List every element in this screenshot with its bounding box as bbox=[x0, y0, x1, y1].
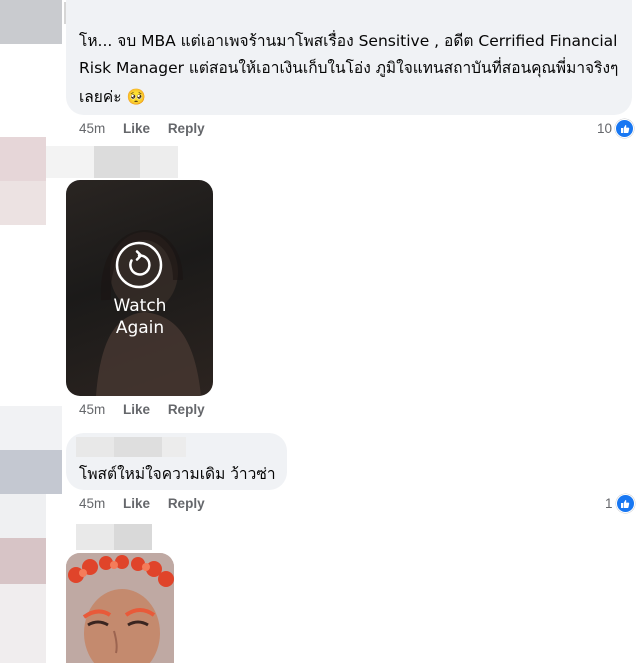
watch-again-label[interactable]: Watch Again bbox=[100, 295, 180, 339]
like-button[interactable]: Like bbox=[123, 496, 150, 511]
redacted-avatar bbox=[0, 494, 46, 538]
replay-icon[interactable] bbox=[115, 241, 163, 289]
comment-text: โพสต์ใหม่ใจความเดิม ว้าวซ่า bbox=[79, 465, 276, 483]
redacted-name bbox=[114, 524, 152, 550]
redacted-avatar bbox=[0, 584, 46, 663]
like-button[interactable]: Like bbox=[123, 402, 150, 417]
reply-button[interactable]: Reply bbox=[168, 121, 205, 136]
redacted-avatar bbox=[0, 137, 46, 181]
comment-actions: 45m Like Reply bbox=[79, 402, 219, 417]
like-reaction-icon bbox=[615, 494, 635, 513]
reaction-summary[interactable]: 1 bbox=[605, 494, 635, 513]
redacted-name bbox=[140, 146, 178, 178]
redacted-name bbox=[76, 524, 114, 550]
redacted-avatar bbox=[0, 0, 62, 44]
redacted-avatar bbox=[0, 538, 46, 584]
redacted-name bbox=[76, 437, 114, 457]
comment-actions: 45m Like Reply bbox=[79, 121, 219, 136]
reply-button[interactable]: Reply bbox=[168, 402, 205, 417]
redacted-name bbox=[46, 146, 94, 178]
like-button[interactable]: Like bbox=[123, 121, 150, 136]
reaction-summary[interactable]: 10 bbox=[597, 119, 635, 138]
comment-text-line: Risk Manager แต่สอนให้เอาเงินเก็บในโอ่ง … bbox=[79, 59, 619, 77]
redacted-avatar bbox=[0, 450, 62, 494]
comment-timestamp[interactable]: 45m bbox=[79, 121, 105, 136]
photo-attachment[interactable] bbox=[66, 553, 174, 663]
comment-timestamp[interactable]: 45m bbox=[79, 402, 105, 417]
reaction-count: 1 bbox=[605, 496, 613, 511]
reply-button[interactable]: Reply bbox=[168, 496, 205, 511]
like-reaction-icon bbox=[615, 119, 635, 138]
comment-text-line: เลยค่ะ 🥺 bbox=[79, 88, 146, 106]
redacted-name bbox=[114, 437, 162, 457]
redacted-avatar bbox=[0, 181, 46, 225]
flower-crown-selfie-image bbox=[66, 553, 174, 663]
redacted-name bbox=[94, 146, 140, 178]
comment-timestamp[interactable]: 45m bbox=[79, 496, 105, 511]
redacted-avatar bbox=[0, 406, 62, 450]
redacted-name bbox=[162, 437, 186, 457]
comment-text-line: โห... จบ MBA แต่เอาเพจร้านมาโพสเรื่อง Se… bbox=[79, 32, 618, 50]
video-attachment[interactable]: Watch Again bbox=[66, 180, 213, 396]
reaction-count: 10 bbox=[597, 121, 613, 136]
comment-actions: 45m Like Reply bbox=[79, 496, 219, 511]
